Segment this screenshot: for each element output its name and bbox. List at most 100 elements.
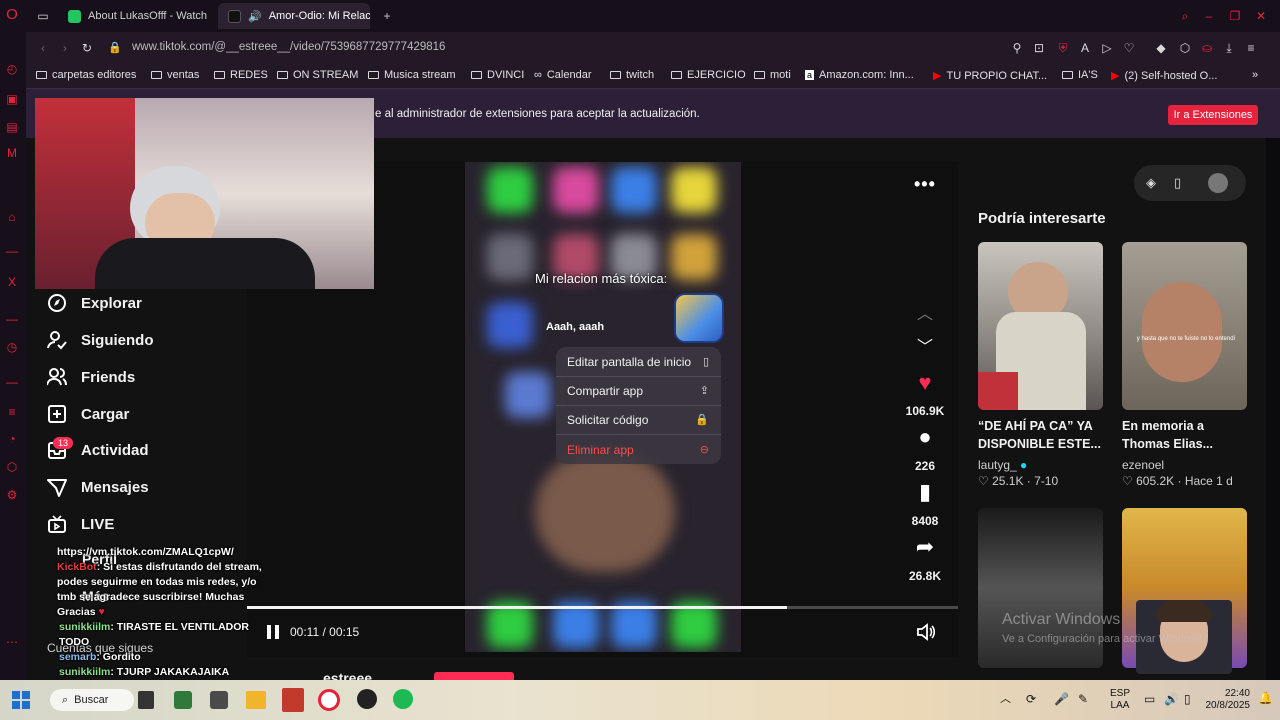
obs-icon[interactable] bbox=[357, 689, 377, 709]
nav-friends[interactable]: Friends bbox=[47, 367, 135, 387]
menu-icon[interactable]: ≡ bbox=[1244, 41, 1258, 55]
bookmark-link[interactable]: ▶ TU PROPIO CHAT... bbox=[933, 69, 1047, 83]
notification-bell-icon[interactable]: 🔔 bbox=[1258, 692, 1273, 704]
bookmark-icon[interactable]: ▮ bbox=[895, 479, 955, 505]
download-icon[interactable]: ⤓ bbox=[1222, 41, 1236, 55]
battery-icon[interactable]: ▯ bbox=[1184, 693, 1191, 705]
bookmark-folder[interactable]: EJERCICIO bbox=[671, 69, 746, 81]
menu-request-code[interactable]: Solicitar código bbox=[567, 413, 648, 427]
player-icon[interactable]: ▷ bbox=[1100, 41, 1114, 55]
taskbar-search[interactable]: ⌕ Buscar bbox=[50, 689, 134, 711]
avatar[interactable] bbox=[1208, 173, 1228, 193]
heart-icon[interactable]: ♥ bbox=[895, 370, 955, 396]
card-author[interactable]: ezenoel bbox=[1122, 458, 1164, 472]
forward-icon[interactable]: › bbox=[58, 41, 72, 55]
app-icon[interactable] bbox=[210, 691, 228, 709]
pin-icon[interactable]: ⚲ bbox=[1010, 41, 1024, 55]
opera-logo-icon[interactable]: O bbox=[5, 7, 19, 22]
tab-twitch[interactable]: About LukasOfff - Watch bbox=[58, 3, 238, 29]
sync-icon[interactable]: ⟳ bbox=[1026, 693, 1036, 705]
windows-start-icon[interactable] bbox=[12, 691, 30, 709]
pause-icon[interactable] bbox=[265, 624, 281, 640]
keyboard-layout[interactable]: ESP LAA bbox=[1106, 688, 1134, 712]
back-icon[interactable]: ‹ bbox=[36, 41, 50, 55]
minecraft-icon[interactable] bbox=[174, 691, 192, 709]
microphone-icon[interactable]: 🎤 bbox=[1054, 693, 1069, 705]
voicemeeter-icon[interactable] bbox=[282, 688, 304, 712]
more-options-icon[interactable]: ••• bbox=[914, 174, 936, 195]
bookmark-folder[interactable]: DVINCI bbox=[471, 69, 524, 81]
sidebar-shop-icon[interactable]: ⌂ bbox=[5, 210, 19, 224]
clock[interactable]: 22:40 20/8/2025 bbox=[1200, 688, 1251, 712]
video-thumbnail[interactable] bbox=[978, 242, 1103, 410]
nav-upload[interactable]: Cargar bbox=[47, 404, 129, 424]
sidebar-workspace-icon[interactable]: ▣ bbox=[5, 92, 19, 106]
nav-explore[interactable]: Explorar bbox=[47, 293, 142, 313]
bookmark-link[interactable]: a Amazon.com: Inn... bbox=[805, 69, 914, 81]
new-tab-icon[interactable]: + bbox=[380, 9, 394, 23]
chevron-down-icon[interactable]: ﹀ bbox=[895, 333, 955, 357]
bookmark-folder[interactable]: ON STREAM bbox=[277, 69, 358, 81]
bookmark-link[interactable]: ∞ Calendar bbox=[534, 69, 591, 81]
sidebar-x-icon[interactable]: X bbox=[5, 275, 19, 289]
spotify-icon[interactable] bbox=[393, 689, 413, 709]
url-field[interactable]: www.tiktok.com/@__estreee__/video/753968… bbox=[132, 41, 445, 53]
bookmark-link[interactable]: ▶ (2) Self-hosted O... bbox=[1111, 69, 1217, 83]
comment-icon[interactable]: ● bbox=[895, 424, 955, 450]
video-thumbnail[interactable]: y hasta que no te fuiste no lo entendí bbox=[1122, 242, 1247, 410]
minimize-icon[interactable]: – bbox=[1202, 9, 1216, 23]
volume-icon[interactable] bbox=[916, 623, 936, 641]
go-to-extensions-button[interactable]: Ir a Extensiones bbox=[1168, 105, 1258, 125]
tab-menu-icon[interactable]: ▭ bbox=[36, 9, 50, 23]
network-icon[interactable]: ▭ bbox=[1144, 693, 1155, 705]
menu-share-app[interactable]: Compartir app bbox=[567, 384, 643, 398]
extension-icon[interactable]: ◆ bbox=[1154, 41, 1168, 55]
sidebar-history-icon[interactable]: ◷ bbox=[5, 340, 19, 354]
more-bookmarks-icon[interactable]: » bbox=[1252, 69, 1258, 81]
pen-icon[interactable]: ✎ bbox=[1078, 693, 1088, 705]
sidebar-clock-icon[interactable]: ◔ bbox=[5, 432, 19, 446]
share-arrow-icon[interactable]: ➦ bbox=[895, 534, 955, 560]
profile-icon[interactable]: ⛀ bbox=[1200, 41, 1214, 55]
reload-icon[interactable]: ↻ bbox=[80, 41, 94, 55]
device-icon[interactable]: ▯ bbox=[1174, 175, 1181, 191]
bookmark-folder[interactable]: REDES bbox=[214, 69, 268, 81]
menu-edit-home[interactable]: Editar pantalla de inicio bbox=[567, 355, 691, 369]
bookmark-folder[interactable]: IA'S bbox=[1062, 69, 1098, 81]
nav-following[interactable]: Siguiendo bbox=[47, 330, 154, 350]
card-title[interactable]: En memoria a Thomas Elias... bbox=[1122, 417, 1252, 453]
sidebar-cube-icon[interactable]: ⬡ bbox=[5, 460, 19, 474]
tab-tiktok[interactable]: 🔊 Amor-Odio: Mi Relaci bbox=[218, 3, 370, 29]
puzzle-icon[interactable]: ⬡ bbox=[1178, 41, 1192, 55]
file-explorer-icon[interactable] bbox=[246, 691, 266, 709]
sidebar-list-icon[interactable]: ≡ bbox=[5, 405, 19, 419]
heart-icon[interactable]: ♡ bbox=[1122, 41, 1136, 55]
vpn-shield-icon[interactable]: ⛨ bbox=[1056, 41, 1070, 55]
nav-messages[interactable]: Mensajes bbox=[47, 477, 149, 497]
maximize-icon[interactable]: ❐ bbox=[1228, 9, 1242, 23]
bookmark-folder[interactable]: ventas bbox=[151, 69, 199, 81]
search-tabs-icon[interactable]: ⌕ bbox=[1178, 9, 1192, 23]
menu-delete-app[interactable]: Eliminar app bbox=[567, 443, 634, 457]
task-view-icon[interactable] bbox=[138, 691, 154, 709]
snapshot-icon[interactable]: ⊡ bbox=[1032, 41, 1046, 55]
sidebar-more-icon[interactable]: ⋯ bbox=[5, 635, 19, 649]
bookmark-folder[interactable]: moti bbox=[754, 69, 791, 81]
chevron-up-icon[interactable]: ︿ bbox=[895, 300, 955, 324]
volume-tray-icon[interactable]: 🔊 bbox=[1164, 693, 1179, 705]
card-author[interactable]: lautyg_ ● bbox=[978, 458, 1027, 472]
close-icon[interactable]: ✕ bbox=[1254, 9, 1268, 23]
sidebar-settings-icon[interactable]: ⚙ bbox=[5, 488, 19, 502]
sidebar-twitch-icon[interactable]: ▤ bbox=[5, 120, 19, 134]
translate-icon[interactable]: A bbox=[1078, 41, 1092, 55]
miniplayer-icon[interactable]: ◈ bbox=[1146, 175, 1156, 191]
nav-live[interactable]: LIVE bbox=[47, 514, 114, 534]
sidebar-aria-icon[interactable]: ◴ bbox=[5, 62, 19, 76]
tray-chevron-icon[interactable]: ︿ bbox=[1000, 693, 1011, 705]
bookmark-folder[interactable]: Musica stream bbox=[368, 69, 456, 81]
bookmark-folder[interactable]: twitch bbox=[610, 69, 654, 81]
bookmark-folder[interactable]: carpetas editores bbox=[36, 69, 136, 81]
card-title[interactable]: “DE AHÍ PA CA” YA DISPONIBLE ESTE... bbox=[978, 417, 1108, 453]
opera-taskbar-icon[interactable] bbox=[318, 689, 340, 711]
sidebar-mail-icon[interactable]: M bbox=[5, 146, 19, 160]
